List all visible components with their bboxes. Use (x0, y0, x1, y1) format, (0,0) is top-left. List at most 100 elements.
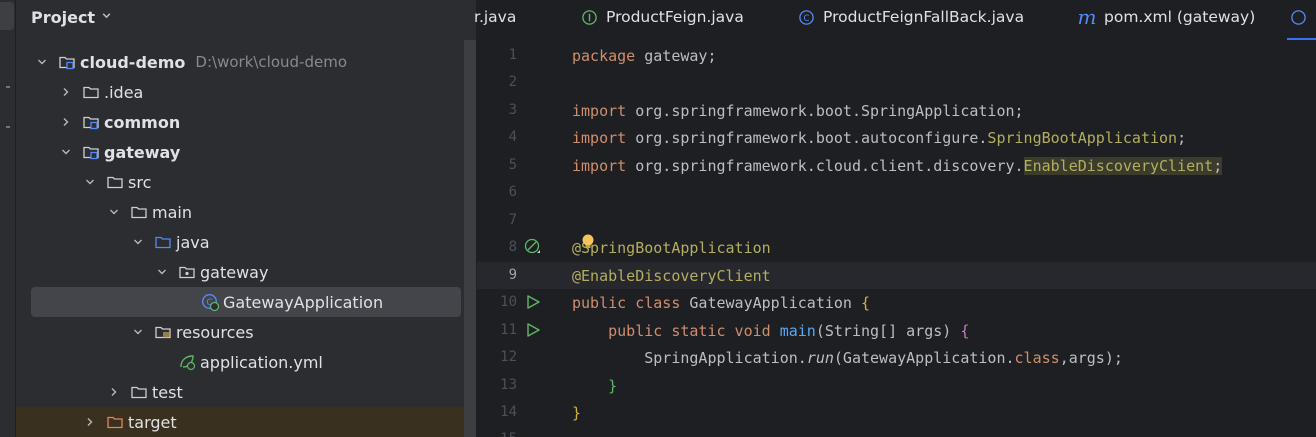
run-icon[interactable] (524, 321, 542, 339)
tab-pom-xml[interactable]: m pom.xml (gateway) (1078, 0, 1256, 34)
tab-partial-java[interactable]: r.java (474, 0, 516, 34)
chevron-down-icon[interactable] (58, 144, 74, 160)
tab-gateway-application[interactable] (1289, 0, 1307, 34)
tree-node-java[interactable]: java (16, 227, 476, 257)
tool-dot (6, 126, 10, 128)
code-line-11: public static void main(String[] args) { (572, 318, 969, 345)
keyword: import (572, 129, 627, 147)
keyword: import (572, 157, 627, 175)
code-line-9: @EnableDiscoveryClient (572, 267, 771, 285)
brace: { (861, 294, 871, 312)
tab-label: pom.xml (gateway) (1104, 8, 1256, 26)
code-line-8: @SpringBootApplication (572, 239, 771, 257)
excluded-folder-icon (106, 413, 124, 431)
line-number: 14 (500, 404, 517, 420)
code-text: org.springframework.boot.autoconfigure. (626, 129, 988, 147)
tree-node-label: gateway (104, 142, 181, 162)
keyword: class (1014, 349, 1060, 367)
line-number: 9 (508, 267, 517, 283)
lightbulb-icon[interactable] (581, 234, 595, 250)
tree-node-label: resources (176, 322, 254, 342)
chevron-right-icon[interactable] (58, 84, 74, 100)
chevron-down-icon[interactable] (82, 174, 98, 190)
annotation-name: EnableDiscoveryClient (1023, 157, 1214, 175)
chevron-down-icon[interactable] (130, 234, 146, 250)
active-tab-indicator (1287, 38, 1316, 40)
spring-bean-gutter-icon[interactable] (524, 238, 542, 256)
tree-node-label: .idea (104, 82, 144, 102)
tree-node-label: src (128, 172, 152, 192)
project-panel: Project cloud-demo D:\work\cloud-demo .i… (16, 0, 476, 437)
tree-node-cloud-demo[interactable]: cloud-demo D:\work\cloud-demo (16, 47, 476, 77)
project-tool-button[interactable] (0, 2, 14, 30)
resources-folder-icon (154, 323, 172, 341)
code-text: gateway; (635, 47, 717, 65)
chevron-right-icon[interactable] (58, 114, 74, 130)
tree-node-common[interactable]: common (16, 107, 476, 137)
package-icon (178, 263, 196, 281)
code-text: ; (1177, 129, 1187, 147)
code-line-12: SpringApplication.run(GatewayApplication… (572, 345, 1123, 372)
project-view-selector[interactable]: Project (31, 5, 112, 29)
tree-node-src[interactable]: src (16, 167, 476, 197)
module-folder-icon (82, 143, 100, 161)
line-number: 1 (508, 47, 517, 63)
tree-node-gateway-package[interactable]: gateway (16, 257, 476, 287)
tree-node-application-yml[interactable]: application.yml (16, 347, 476, 377)
svg-text:C: C (803, 13, 809, 23)
tree-node-resources[interactable]: resources (16, 317, 476, 347)
code-area[interactable]: package gateway; import org.springframew… (572, 41, 1316, 437)
tree-node-idea[interactable]: .idea (16, 77, 476, 107)
tab-product-feign-fallback[interactable]: C ProductFeignFallBack.java (797, 0, 1024, 34)
line-number: 3 (508, 102, 517, 118)
chevron-down-icon[interactable] (34, 54, 50, 70)
code-text: (String[] args) (815, 322, 961, 340)
tree-node-test[interactable]: test (16, 377, 476, 407)
module-folder-icon (82, 113, 100, 131)
tree-node-label: GatewayApplication (223, 292, 384, 312)
tree-node-label: test (152, 382, 183, 402)
tree-node-label: gateway (200, 262, 269, 282)
line-number: 8 (508, 239, 517, 255)
keyword: public static void (608, 322, 771, 340)
spring-class-icon: C (201, 293, 219, 311)
folder-icon (130, 203, 148, 221)
code-line-13: } (572, 377, 618, 395)
tab-label: r.java (474, 8, 517, 26)
panel-title: Project (31, 7, 96, 27)
editor-gutter: 1 2 3 4 5 6 7 8 9 10 11 12 13 14 15 (477, 41, 557, 437)
tree-node-label: target (128, 412, 177, 432)
line-number: 15 (477, 431, 517, 437)
spring-yml-icon (178, 353, 196, 371)
line-number: 7 (508, 212, 517, 228)
tab-product-feign[interactable]: ProductFeign.java (580, 0, 744, 34)
code-line-14: } (572, 404, 582, 422)
tree-node-target[interactable]: target (16, 407, 476, 437)
tree-node-main[interactable]: main (16, 197, 476, 227)
chevron-down-icon[interactable] (154, 264, 170, 280)
tree-node-gateway-application[interactable]: C GatewayApplication (31, 287, 461, 317)
line-number: 12 (500, 349, 517, 365)
chevron-right-icon[interactable] (82, 414, 98, 430)
static-method: run (806, 349, 834, 367)
tree-node-path: D:\work\cloud-demo (195, 53, 348, 71)
chevron-down-icon[interactable] (130, 324, 146, 340)
line-number: 6 (508, 184, 517, 200)
chevron-down-icon[interactable] (106, 204, 122, 220)
annotation-name: SpringBootApplication (987, 129, 1178, 147)
chevron-right-icon[interactable] (106, 384, 122, 400)
code-line-3: import org.springframework.boot.SpringAp… (572, 98, 1024, 125)
run-icon[interactable] (524, 293, 542, 311)
project-panel-scrollbar[interactable] (464, 40, 476, 437)
tree-node-gateway-module[interactable]: gateway (16, 137, 476, 167)
code-text: SpringApplication. (644, 349, 807, 367)
folder-icon (82, 83, 100, 101)
line-number: 4 (508, 129, 517, 145)
interface-icon (580, 8, 598, 26)
line-number: 10 (500, 294, 517, 310)
tree-node-label: main (152, 202, 192, 222)
method-name: main (779, 322, 816, 340)
keyword: import (572, 102, 627, 120)
